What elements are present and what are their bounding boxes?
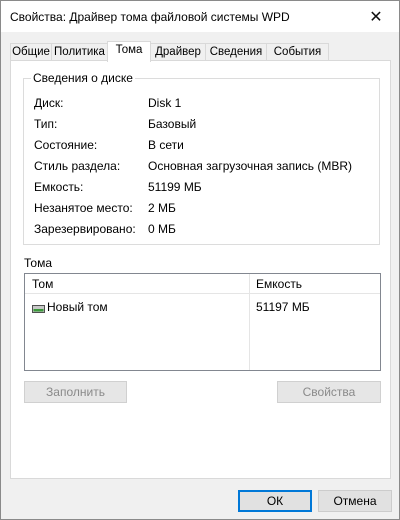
ok-button[interactable]: ОК: [238, 490, 312, 512]
status-label: Состояние:: [34, 138, 98, 152]
disk-value: Disk 1: [148, 96, 182, 110]
reserved-value: 0 МБ: [148, 222, 176, 236]
tab-policy[interactable]: Политика: [51, 43, 108, 60]
column-divider[interactable]: [249, 274, 250, 370]
disk-info-legend: Сведения о диске: [31, 71, 135, 85]
list-header: Том Емкость: [25, 274, 380, 294]
disk-label: Диск:: [34, 96, 64, 110]
column-header-volume[interactable]: Том: [32, 277, 53, 291]
reserved-label: Зарезервировано:: [34, 222, 136, 236]
close-button[interactable]: ✕: [353, 1, 399, 32]
status-value: В сети: [148, 138, 184, 152]
type-label: Тип:: [34, 117, 58, 131]
properties-button[interactable]: Свойства: [277, 381, 381, 403]
populate-button[interactable]: Заполнить: [24, 381, 127, 403]
disk-info-group: Сведения о диске Диск: Disk 1 Тип: Базов…: [23, 71, 380, 245]
close-icon: ✕: [369, 8, 383, 26]
tab-details[interactable]: Сведения: [205, 43, 267, 60]
partition-style-label: Стиль раздела:: [34, 159, 121, 173]
window-title: Свойства: Драйвер тома файловой системы …: [10, 10, 290, 24]
title-bar: Свойства: Драйвер тома файловой системы …: [1, 1, 399, 32]
cancel-button[interactable]: Отмена: [318, 490, 392, 512]
unallocated-value: 2 МБ: [148, 201, 176, 215]
tab-volumes[interactable]: Тома: [107, 41, 151, 62]
drive-icon: [32, 302, 45, 313]
column-header-capacity[interactable]: Емкость: [256, 277, 302, 291]
list-item[interactable]: Новый том 51197 МБ: [25, 298, 380, 316]
volume-capacity: 51197 МБ: [256, 300, 310, 314]
type-value: Базовый: [148, 117, 197, 131]
capacity-value: 51199 МБ: [148, 180, 202, 194]
volumes-list[interactable]: Том Емкость Новый том 51197 МБ: [24, 273, 381, 371]
tab-general[interactable]: Общие: [10, 43, 52, 60]
tab-events[interactable]: События: [266, 43, 329, 60]
tab-driver[interactable]: Драйвер: [150, 43, 206, 60]
tab-panel: Сведения о диске Диск: Disk 1 Тип: Базов…: [10, 60, 391, 479]
unallocated-label: Незанятое место:: [34, 201, 133, 215]
capacity-label: Емкость:: [34, 180, 84, 194]
volumes-label: Тома: [24, 256, 52, 270]
volume-name: Новый том: [47, 300, 108, 314]
partition-style-value: Основная загрузочная запись (MBR): [148, 159, 353, 173]
properties-window: Свойства: Драйвер тома файловой системы …: [0, 0, 400, 520]
